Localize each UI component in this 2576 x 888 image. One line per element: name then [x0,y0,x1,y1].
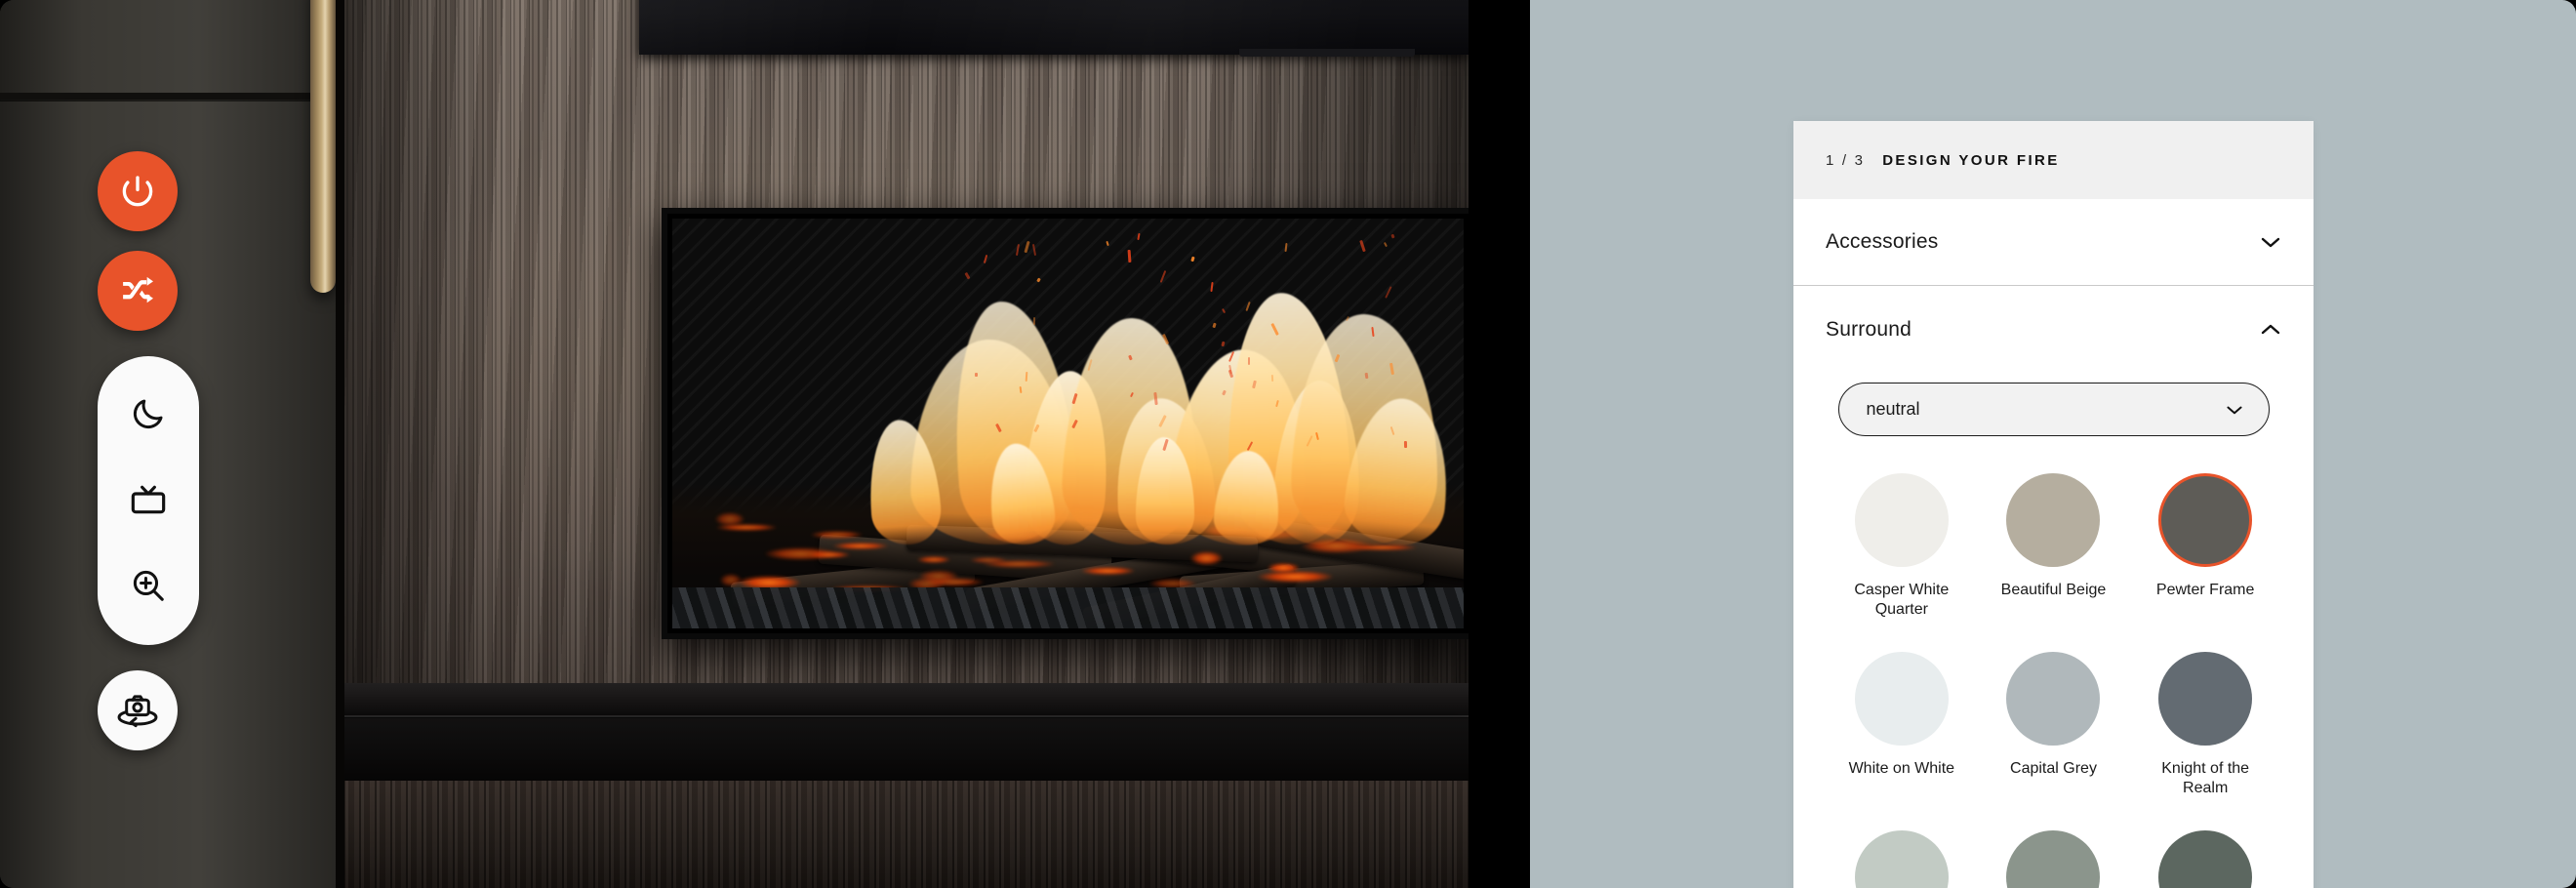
shuffle-icon [119,272,156,309]
spark [1385,286,1391,298]
swatch-item[interactable] [2132,830,2278,888]
spark [1404,441,1408,448]
surround-swatch-grid: Casper White Quarter Beautiful Beige Pewte… [1826,473,2281,888]
lower-wood-panel [343,781,1469,888]
spark [1037,278,1042,283]
swatch-color-dot[interactable] [2158,473,2252,567]
section-header-surround[interactable]: Surround [1793,286,2314,373]
spark [1138,233,1141,240]
randomize-button[interactable] [98,251,178,331]
spark [1127,250,1131,262]
chevron-down-icon [2226,404,2243,416]
swatch-color-dot[interactable] [2006,473,2100,567]
swatch-item[interactable] [1829,830,1975,888]
rotate-view-button[interactable] [98,670,178,750]
swatch-item[interactable]: White on White [1829,652,1975,799]
section-body-surround: neutral Casper White Quarter Beautiful Be… [1793,383,2314,888]
cabinet-seam-top [0,93,343,100]
swatch-color-dot[interactable] [1855,830,1949,888]
view-options-pill [98,356,199,645]
spark [1384,242,1388,248]
power-icon [119,173,156,210]
cabinet-handle [310,0,336,293]
spark [983,255,987,264]
swatch-color-dot[interactable] [1855,652,1949,746]
swatch-item[interactable]: Capital Grey [1980,652,2126,799]
media-panel [639,0,1469,55]
firebox-interior [672,219,1464,628]
firebox-bezel [667,214,1469,633]
spark [975,373,978,377]
spark [1391,234,1396,239]
swatch-color-dot[interactable] [2006,830,2100,888]
swatch-color-dot[interactable] [2158,652,2252,746]
spark [1211,282,1214,292]
hearth-shelf-top [322,683,1469,718]
surround-filter-select[interactable]: neutral [1838,383,2270,436]
ember [1081,567,1135,575]
swatch-label: Casper White Quarter [1834,581,1969,621]
section-label-surround: Surround [1826,318,1912,342]
swatch-item[interactable]: Knight of the Realm [2132,652,2278,799]
spark [1160,270,1167,283]
section-header-accessories[interactable]: Accessories [1793,199,2314,286]
swatch-item[interactable]: Casper White Quarter [1829,473,1975,621]
spark [1270,375,1272,382]
swatch-label: Knight of the Realm [2138,759,2273,799]
zoom-in-button[interactable] [112,549,184,622]
swatch-label: White on White [1849,759,1954,779]
chevron-up-icon [2260,323,2281,337]
spark [1106,241,1108,246]
ember [809,551,849,557]
section-label-accessories: Accessories [1826,230,1938,254]
ember [715,512,745,525]
swatch-color-dot[interactable] [1855,473,1949,567]
hearth-shelf-edge [322,715,1469,717]
swatch-item[interactable]: Pewter Frame [2132,473,2278,621]
moon-icon [130,395,167,432]
power-button[interactable] [98,151,178,231]
ember [1258,571,1333,583]
coal-bed [672,587,1464,628]
camera-rotate-icon [115,688,160,733]
spark [1190,256,1194,262]
spark [1359,239,1366,252]
surround-filter-value: neutral [1867,399,1920,420]
spark [1285,243,1288,252]
spark [1032,244,1036,256]
night-mode-button[interactable] [112,378,184,450]
page-title: DESIGN YOUR FIRE [1882,152,2059,169]
hearth-shelf-face [322,718,1469,781]
zoom-in-icon [130,567,167,604]
swatch-color-dot[interactable] [2158,830,2252,888]
media-panel-foot [1239,49,1415,57]
swatch-label: Capital Grey [2010,759,2097,779]
configurator-card: 1 / 3 DESIGN YOUR FIRE Accessories Surro… [1793,121,2314,888]
app-stage: 1 / 3 DESIGN YOUR FIRE Accessories Surro… [0,0,2576,888]
fireplace-preview-viewport[interactable] [0,0,1469,888]
swatch-item[interactable]: Beautiful Beige [1980,473,2126,621]
swatch-item[interactable] [1980,830,2126,888]
cabinet-edge-shadow [336,0,344,888]
swatch-label: Beautiful Beige [2001,581,2107,600]
step-counter: 1 / 3 [1826,152,1865,169]
ember [833,543,889,548]
spark [1248,357,1250,365]
spark [1025,241,1030,254]
spark [964,272,971,280]
media-button[interactable] [112,464,184,536]
card-header: 1 / 3 DESIGN YOUR FIRE [1793,121,2314,199]
viewer-toolbar [98,151,207,750]
spark [1016,244,1020,256]
swatch-label: Pewter Frame [2156,581,2254,600]
tv-icon [129,480,168,519]
swatch-color-dot[interactable] [2006,652,2100,746]
chevron-down-icon [2260,235,2281,249]
